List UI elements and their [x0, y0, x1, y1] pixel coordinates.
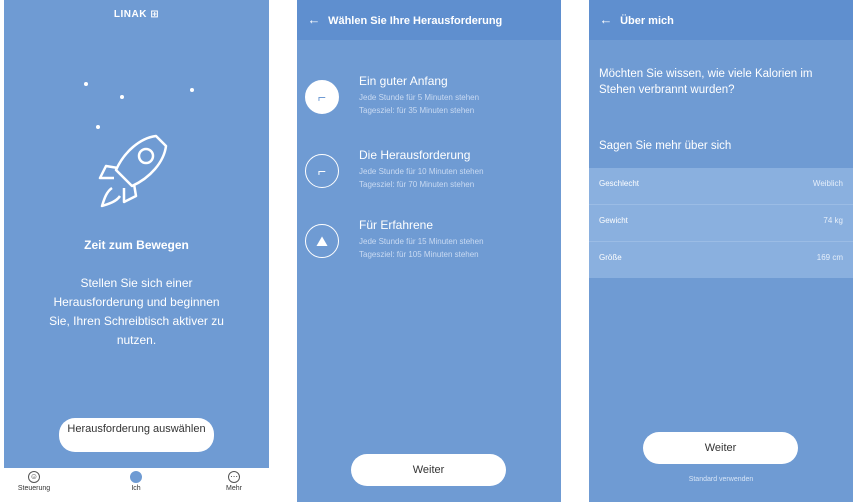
tab-label: Steuerung — [17, 485, 51, 492]
row-label: Größe — [599, 253, 622, 262]
continue-button[interactable]: Weiter — [351, 454, 506, 486]
row-value: Weiblich — [812, 179, 843, 188]
profile-list: Geschlecht Weiblich Gewicht 74 kg Größe … — [589, 168, 853, 278]
more-icon: ⋯ — [228, 471, 240, 483]
tab-ich[interactable]: Ich — [106, 471, 166, 492]
bottom-tab-bar: ☺ Steuerung Ich ⋯ Mehr — [4, 468, 269, 502]
back-arrow-icon[interactable]: ← — [595, 0, 617, 40]
header-title: Wählen Sie Ihre Herausforderung — [328, 15, 503, 27]
header-title: Über mich — [620, 15, 674, 27]
challenge-option-3[interactable]: ⛰ Für Erfahrene Jede Stunde für 15 Minut… — [305, 218, 555, 268]
challenge-option-2[interactable]: ⌐ Die Herausforderung Jede Stunde für 10… — [305, 148, 555, 198]
option-line-2: Tagesziel: für 35 Minuten stehen — [359, 106, 475, 115]
tab-mehr[interactable]: ⋯ Mehr — [204, 471, 264, 492]
row-label: Geschlecht — [599, 179, 640, 188]
star-dot — [120, 95, 124, 99]
smiley-icon: ☺ — [28, 471, 40, 483]
continue-button[interactable]: Weiter — [643, 432, 798, 464]
calorie-question: Möchten Sie wissen, wie viele Kalorien i… — [599, 68, 813, 96]
app-header: ← Über mich — [589, 0, 853, 40]
use-default-link[interactable]: Standard verwenden — [589, 476, 853, 483]
mountain-icon: ⛰ — [305, 224, 339, 258]
profile-row-gender[interactable]: Geschlecht Weiblich — [589, 168, 853, 205]
option-title: Für Erfahrene — [359, 218, 434, 232]
rocket-icon — [98, 134, 168, 208]
tab-steuerung[interactable]: ☺ Steuerung — [4, 471, 64, 492]
option-line-1: Jede Stunde für 15 Minuten stehen — [359, 237, 484, 246]
star-dot — [96, 125, 100, 129]
user-dot-icon — [130, 471, 142, 483]
option-line-1: Jede Stunde für 10 Minuten stehen — [359, 167, 484, 176]
star-dot — [190, 88, 194, 92]
option-line-1: Jede Stunde für 5 Minuten stehen — [359, 93, 480, 102]
choose-challenge-button[interactable]: Herausforderung auswählen — [59, 418, 214, 452]
onboarding-screen: LINAK ⊞ Zeit zum Bewegen Stellen Sie sic… — [4, 0, 269, 502]
page-title: Zeit zum Bewegen — [84, 238, 189, 252]
challenge-screen: ← Wählen Sie Ihre Herausforderung ⌐ Ein … — [297, 0, 561, 502]
option-line-2: Tagesziel: für 105 Minuten stehen — [359, 250, 479, 259]
profile-row-weight[interactable]: Gewicht 74 kg — [589, 205, 853, 242]
tell-more-label: Sagen Sie mehr über sich — [599, 140, 732, 152]
desk-icon: ⌐ — [305, 154, 339, 188]
option-title: Die Herausforderung — [359, 148, 471, 162]
tab-label: Ich — [131, 485, 141, 492]
row-label: Gewicht — [599, 216, 628, 225]
linak-logo: LINAK ⊞ — [113, 9, 160, 20]
desk-icon: ⌐ — [305, 80, 339, 114]
tab-label: Mehr — [226, 485, 242, 492]
row-value: 169 cm — [816, 253, 843, 262]
challenge-option-1[interactable]: ⌐ Ein guter Anfang Jede Stunde für 5 Min… — [305, 74, 555, 124]
profile-row-height[interactable]: Größe 169 cm — [589, 242, 853, 278]
intro-text: Stellen Sie sich einer Herausforderung u… — [49, 276, 224, 347]
about-me-screen: ← Über mich Möchten Sie wissen, wie viel… — [589, 0, 853, 502]
option-title: Ein guter Anfang — [359, 74, 448, 88]
row-value: 74 kg — [823, 216, 843, 225]
star-dot — [84, 82, 88, 86]
option-line-2: Tagesziel: für 70 Minuten stehen — [359, 180, 475, 189]
app-header: ← Wählen Sie Ihre Herausforderung — [297, 0, 561, 40]
back-arrow-icon[interactable]: ← — [303, 0, 325, 40]
